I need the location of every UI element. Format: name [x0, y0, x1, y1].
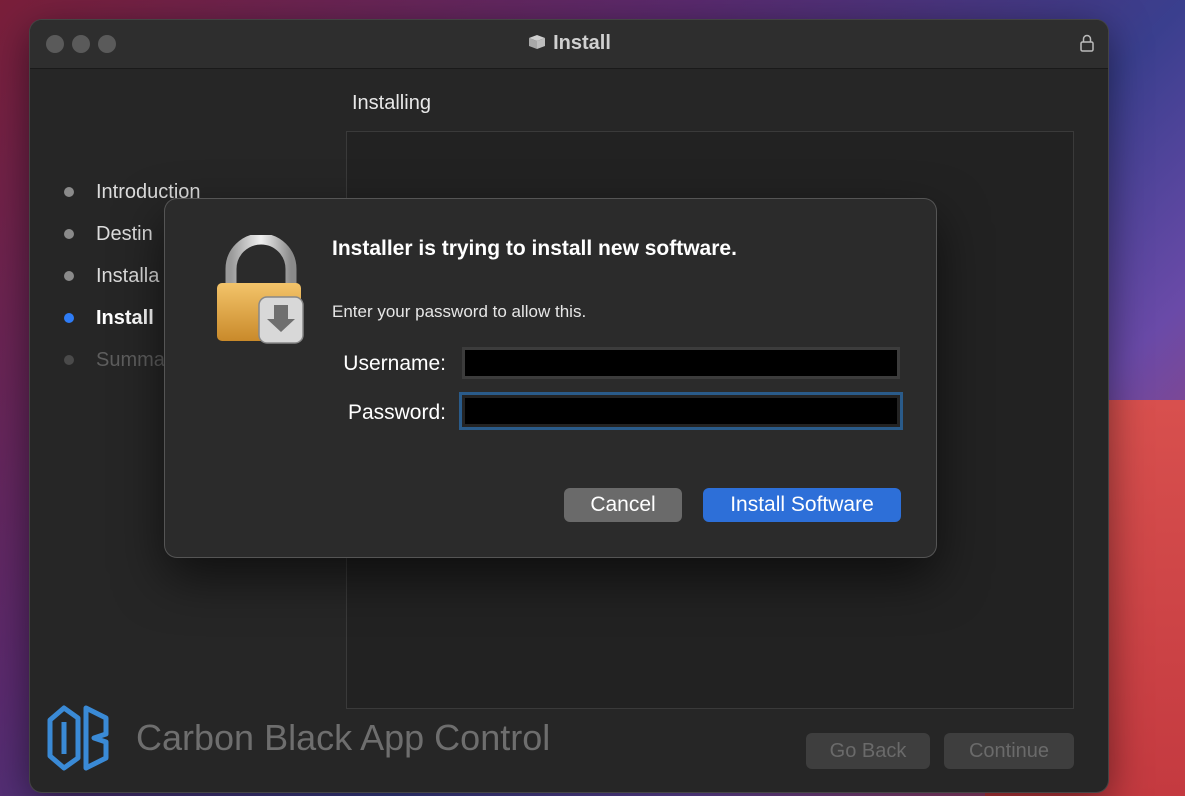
window-title-text: Install	[553, 32, 611, 54]
password-field[interactable]	[459, 392, 903, 430]
step-dot	[64, 229, 74, 239]
password-label: Password:	[347, 401, 446, 424]
lock-icon[interactable]	[1080, 34, 1094, 52]
page-heading: Installing	[352, 92, 431, 114]
step-dot	[64, 313, 74, 323]
brand: Carbon Black App Control	[42, 698, 550, 778]
username-label: Username:	[343, 352, 446, 375]
step-dot	[64, 187, 74, 197]
username-field[interactable]	[462, 347, 900, 379]
step-label: Installa	[96, 264, 160, 287]
step-label: Summa	[96, 348, 165, 371]
window-title: Install	[30, 32, 1108, 55]
step-label: Destin	[96, 222, 153, 245]
cancel-button[interactable]: Cancel	[564, 488, 682, 522]
go-back-button[interactable]: Go Back	[806, 733, 930, 769]
dialog-subtitle: Enter your password to allow this.	[332, 302, 587, 321]
step-dot	[64, 355, 74, 365]
step-dot	[64, 271, 74, 281]
brand-name: Carbon Black App Control	[136, 717, 551, 758]
step-label: Install	[96, 306, 154, 329]
continue-button[interactable]: Continue	[944, 733, 1074, 769]
box-icon	[529, 35, 546, 49]
carbon-black-logo-icon	[47, 705, 109, 771]
padlock-icon	[217, 235, 304, 344]
title-bar: Install	[30, 20, 1108, 69]
dialog-title: Installer is trying to install new softw…	[332, 237, 737, 260]
auth-dialog: Installer is trying to install new softw…	[165, 199, 936, 557]
install-software-button[interactable]: Install Software	[703, 488, 901, 522]
